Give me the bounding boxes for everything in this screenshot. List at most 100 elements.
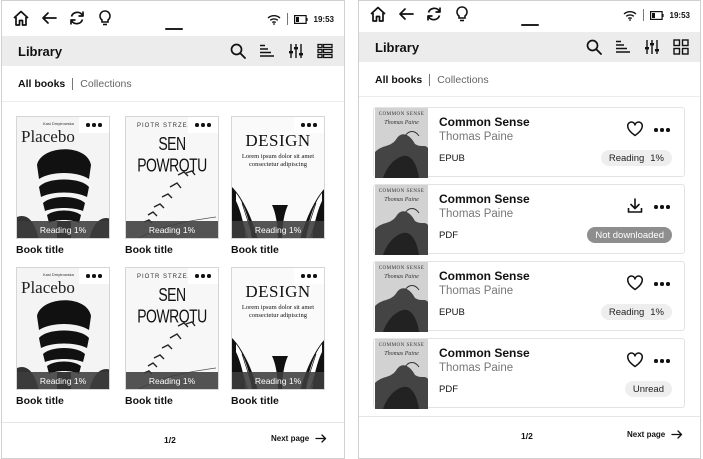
download-icon[interactable] [626, 197, 644, 215]
more-options-icon[interactable] [294, 268, 324, 284]
status-label: Reading [608, 152, 645, 164]
book-title[interactable]: Book title [16, 244, 110, 256]
tab-collections[interactable]: Collections [80, 78, 131, 90]
lightbulb-icon[interactable] [453, 5, 471, 23]
book-cover-thumb[interactable]: COMMON SENSE Thomas Paine [375, 185, 428, 255]
book-card[interactable]: DESIGN Lorem ipsum dolor sit amet consec… [231, 116, 325, 256]
book-title[interactable]: Book title [125, 395, 219, 407]
common-sense-cover-art [375, 339, 428, 409]
heart-icon[interactable] [626, 351, 644, 369]
battery-icon [293, 14, 308, 24]
heart-icon[interactable] [626, 274, 644, 292]
cover-subtitle: Lorem ipsum dolor sit amet consectetur a… [241, 153, 315, 168]
more-options-icon[interactable] [652, 281, 672, 287]
book-row[interactable]: COMMON SENSE Thomas Paine Common Sense T… [373, 184, 685, 255]
tab-all-books[interactable]: All books [18, 78, 65, 90]
page-indicator: 1/2 [521, 431, 533, 441]
book-title[interactable]: Book title [231, 244, 325, 256]
page-title: Library [375, 40, 420, 55]
lightbulb-icon[interactable] [96, 9, 114, 27]
refresh-icon[interactable] [425, 5, 443, 23]
book-author: Thomas Paine [439, 131, 514, 143]
heart-icon[interactable] [626, 120, 644, 138]
book-title[interactable]: Common Sense [439, 346, 530, 360]
more-options-icon[interactable] [79, 117, 109, 133]
book-cover-thumb[interactable]: COMMON SENSE Thomas Paine [375, 108, 428, 178]
book-format: PDF [439, 384, 458, 395]
book-card[interactable]: DESIGN Lorem ipsum dolor sit amet consec… [231, 267, 325, 407]
home-icon[interactable] [12, 9, 30, 27]
status-label: Reading [608, 306, 645, 318]
cover-title: COMMON SENSE [378, 112, 425, 117]
sort-icon[interactable] [614, 38, 632, 56]
status-badge: Reading 1% [600, 304, 672, 320]
more-options-icon[interactable] [294, 117, 324, 133]
drag-handle[interactable] [521, 24, 539, 26]
book-title[interactable]: Common Sense [439, 115, 530, 129]
cover-title: Placebo [21, 127, 75, 146]
status-label: Unread [632, 383, 664, 395]
book-title[interactable]: Common Sense [439, 269, 530, 283]
book-row[interactable]: COMMON SENSE Thomas Paine Common Sense T… [373, 338, 685, 409]
drag-handle[interactable] [165, 28, 183, 30]
common-sense-cover-art [375, 185, 428, 255]
more-options-icon[interactable] [652, 204, 672, 210]
more-options-icon[interactable] [79, 268, 109, 284]
book-cover[interactable]: PIOTR STRZEZYSZ SEN POWROTU Reading 1% [125, 267, 219, 390]
book-cover[interactable]: Kasi Dmytrowska Placebo Reading 1% [16, 267, 110, 390]
tab-separator [72, 78, 74, 90]
back-arrow-icon[interactable] [397, 5, 415, 23]
search-icon[interactable] [229, 42, 247, 60]
next-page-label: Next page [627, 430, 666, 439]
filter-sliders-icon[interactable] [287, 42, 305, 60]
more-options-icon[interactable] [188, 268, 218, 284]
more-options-icon[interactable] [652, 127, 672, 133]
book-cover[interactable]: DESIGN Lorem ipsum dolor sit amet consec… [231, 116, 325, 239]
book-card[interactable]: Kasi Dmytrowska Placebo Reading 1% Book … [16, 116, 110, 256]
book-row[interactable]: COMMON SENSE Thomas Paine Common Sense T… [373, 107, 685, 178]
book-card[interactable]: Kasi Dmytrowska Placebo Reading 1% Book … [16, 267, 110, 407]
book-cover[interactable]: DESIGN Lorem ipsum dolor sit amet consec… [231, 267, 325, 390]
back-arrow-icon[interactable] [40, 9, 58, 27]
reading-progress-badge: Reading 1% [232, 221, 324, 238]
status-percent: 1% [650, 152, 664, 164]
book-cover-thumb[interactable]: COMMON SENSE Thomas Paine [375, 262, 428, 332]
book-row[interactable]: COMMON SENSE Thomas Paine Common Sense T… [373, 261, 685, 332]
book-card[interactable]: PIOTR STRZEZYSZ SEN POWROTU Reading 1% B… [125, 116, 219, 256]
next-page-button[interactable]: Next page [627, 430, 683, 439]
book-title[interactable]: Common Sense [439, 192, 530, 206]
search-icon[interactable] [585, 38, 603, 56]
cover-author: Thomas Paine [384, 197, 419, 203]
refresh-icon[interactable] [68, 9, 86, 27]
more-options-icon[interactable] [188, 117, 218, 133]
status-percent: 1% [650, 306, 664, 318]
cover-author: Kasi Dmytrowska [43, 272, 74, 277]
cover-title: SEN POWROTU [137, 283, 207, 327]
next-page-label: Next page [271, 434, 310, 443]
book-title[interactable]: Book title [16, 395, 110, 407]
home-icon[interactable] [369, 5, 387, 23]
tab-all-books[interactable]: All books [375, 74, 422, 86]
tabs-divider [359, 96, 700, 97]
book-cover[interactable]: Kasi Dmytrowska Placebo Reading 1% [16, 116, 110, 239]
list-view-icon[interactable] [316, 42, 334, 60]
book-title[interactable]: Book title [125, 244, 219, 256]
book-cover-thumb[interactable]: COMMON SENSE Thomas Paine [375, 339, 428, 409]
status-bar: 19:53 [359, 1, 700, 31]
reading-progress-badge: Reading 1% [17, 221, 109, 238]
library-tabs: All books Collections [18, 78, 132, 90]
book-cover[interactable]: PIOTR STRZEZYSZ SEN POWROTU Reading 1% [125, 116, 219, 239]
next-page-button[interactable]: Next page [271, 434, 327, 443]
filter-sliders-icon[interactable] [643, 38, 661, 56]
reading-progress-badge: Reading 1% [126, 372, 218, 389]
cover-author: Kasi Dmytrowska [43, 121, 74, 126]
footer-divider [2, 422, 344, 423]
sort-icon[interactable] [258, 42, 276, 60]
book-format: EPUB [439, 153, 465, 164]
more-options-icon[interactable] [652, 358, 672, 364]
book-card[interactable]: PIOTR STRZEZYSZ SEN POWROTU Reading 1% B… [125, 267, 219, 407]
arrow-right-icon [315, 434, 327, 443]
grid-view-icon[interactable] [672, 38, 690, 56]
tab-collections[interactable]: Collections [437, 74, 488, 86]
book-title[interactable]: Book title [231, 395, 325, 407]
